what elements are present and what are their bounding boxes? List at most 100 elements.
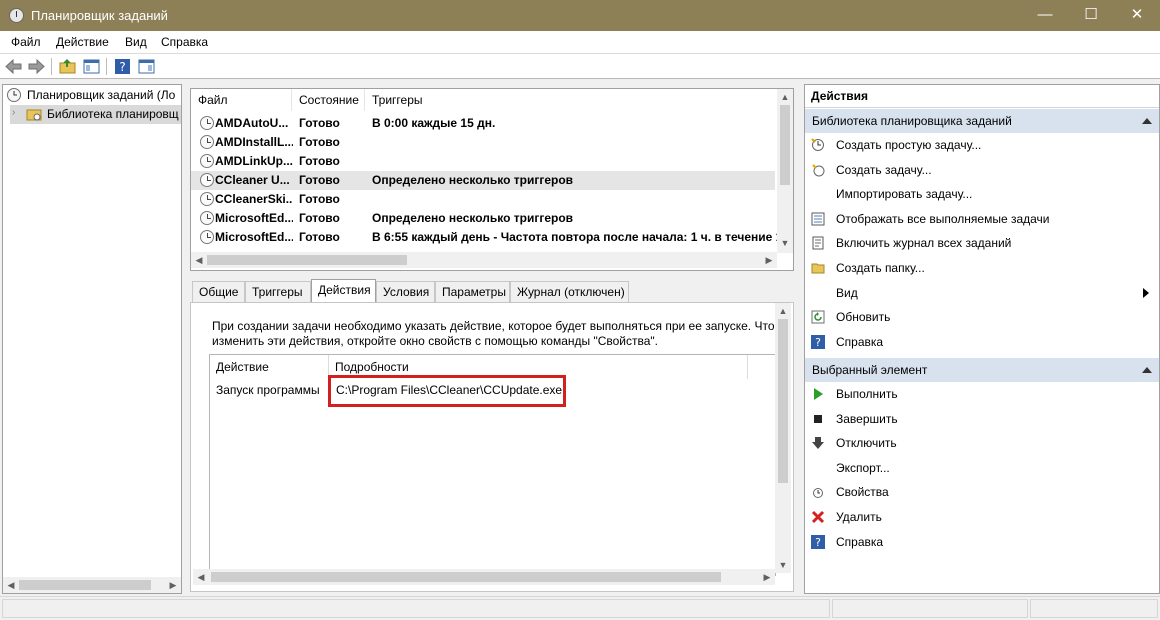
actions-pane-title: Действия: [805, 85, 1159, 108]
task-clock-icon: [200, 173, 214, 187]
scrollbar-thumb[interactable]: [780, 105, 790, 185]
action-item[interactable]: ? Справка: [805, 330, 1159, 354]
action-item[interactable]: Свойства: [805, 480, 1159, 504]
actions-description-line-1: При создании задачи необходимо указать д…: [212, 319, 775, 333]
end-icon: [814, 414, 822, 423]
action-item-label: Создать задачу...: [836, 162, 932, 177]
maximize-button[interactable]: ☐: [1068, 0, 1114, 31]
close-button[interactable]: ✕: [1114, 0, 1160, 31]
action-item[interactable]: Удалить: [805, 505, 1159, 529]
actions-grid-row-action[interactable]: Запуск программы: [216, 383, 320, 397]
column-header-triggers[interactable]: Триггеры: [365, 89, 775, 111]
tree-item-library[interactable]: › Библиотека планировщ: [10, 105, 181, 124]
tab-actions[interactable]: Действия: [311, 279, 376, 304]
menu-help[interactable]: Справка: [161, 35, 208, 49]
action-item[interactable]: Импортировать задачу...: [805, 182, 1159, 206]
task-row[interactable]: AMDInstallL... Готово: [191, 133, 775, 152]
task-cell-trigger: В 6:55 каждый день - Частота повтора пос…: [372, 230, 777, 244]
up-folder-icon[interactable]: [58, 57, 77, 76]
scroll-up-arrow-icon[interactable]: ▲: [777, 89, 793, 105]
action-item[interactable]: Экспорт...: [805, 456, 1159, 480]
action-item[interactable]: Создать задачу...: [805, 158, 1159, 182]
task-cell-name: MicrosoftEd...: [215, 230, 293, 244]
folder-clock-icon: [26, 109, 42, 121]
tab-settings[interactable]: Параметры: [435, 281, 510, 303]
task-scheduler-app-icon: [9, 8, 24, 23]
action-item[interactable]: Включить журнал всех заданий: [805, 231, 1159, 255]
tab-general[interactable]: Общие: [192, 281, 245, 303]
scroll-left-arrow-icon[interactable]: ◀: [3, 577, 19, 593]
scroll-left-arrow-icon[interactable]: ◀: [191, 252, 207, 268]
column-header-file[interactable]: Файл: [191, 89, 292, 111]
section-selected-item[interactable]: Выбранный элемент: [805, 358, 1159, 382]
status-segment: [832, 599, 1028, 618]
task-row[interactable]: AMDAutoU... Готово В 0:00 каждые 15 дн.: [191, 114, 775, 133]
scroll-right-arrow-icon[interactable]: ▶: [761, 252, 777, 268]
tree-root-task-scheduler[interactable]: Планировщик заданий (Ло: [27, 88, 175, 102]
task-cell-state: Готово: [299, 192, 340, 206]
menu-bar: Файл Действие Вид Справка: [0, 31, 1160, 53]
actions-panel-horizontal-scrollbar[interactable]: ◀ ▶: [193, 569, 775, 585]
scroll-up-arrow-icon[interactable]: ▲: [775, 303, 791, 319]
tree-horizontal-scrollbar[interactable]: ◀ ▶: [3, 577, 181, 593]
scrollbar-thumb[interactable]: [778, 319, 788, 483]
scrollbar-thumb[interactable]: [207, 255, 407, 265]
show-hide-action-pane-icon[interactable]: [137, 57, 156, 76]
action-item[interactable]: Отображать все выполняемые задачи: [805, 207, 1159, 231]
scroll-down-arrow-icon[interactable]: ▼: [775, 557, 791, 573]
task-cell-state: Готово: [299, 173, 340, 187]
action-item[interactable]: ? Справка: [805, 530, 1159, 554]
tab-history[interactable]: Журнал (отключен): [510, 281, 629, 303]
menu-action[interactable]: Действие: [56, 35, 109, 49]
console-tree-pane: Планировщик заданий (Ло › Библиотека пла…: [2, 84, 182, 594]
tab-conditions[interactable]: Условия: [376, 281, 435, 303]
task-list-horizontal-scrollbar[interactable]: ◀ ▶: [191, 252, 777, 268]
action-item-label: Импортировать задачу...: [836, 187, 973, 202]
task-row[interactable]: AMDLinkUp... Готово: [191, 152, 775, 171]
scroll-down-arrow-icon[interactable]: ▼: [777, 235, 793, 251]
action-item[interactable]: Обновить: [805, 305, 1159, 329]
menu-view[interactable]: Вид: [125, 35, 147, 49]
tab-triggers[interactable]: Триггеры: [245, 281, 311, 303]
menu-file[interactable]: Файл: [11, 35, 41, 49]
forward-arrow-icon[interactable]: [27, 57, 46, 76]
section-task-scheduler-library[interactable]: Библиотека планировщика заданий: [805, 109, 1159, 133]
action-item-label: Справка: [836, 334, 884, 349]
actions-grid-header-action[interactable]: Действие: [210, 355, 329, 379]
scrollbar-thumb[interactable]: [19, 580, 151, 590]
action-item[interactable]: Создать простую задачу...: [805, 133, 1159, 157]
status-segment: [1030, 599, 1158, 618]
back-arrow-icon[interactable]: [4, 57, 23, 76]
clock-icon: [7, 88, 21, 102]
actions-panel-vertical-scrollbar[interactable]: ▲ ▼: [775, 303, 791, 573]
scroll-right-arrow-icon[interactable]: ▶: [165, 577, 181, 593]
task-cell-trigger: Определено несколько триггеров: [372, 211, 574, 225]
help-icon[interactable]: ?: [113, 57, 132, 76]
task-row[interactable]: MicrosoftEd... Готово Определено несколько…: [191, 209, 775, 228]
section-task-scheduler-library-label: Библиотека планировщика заданий: [812, 114, 1012, 128]
task-row[interactable]: CCleaner U... Готово Определено несколько …: [191, 171, 775, 190]
refresh-icon: [811, 310, 825, 324]
show-hide-console-tree-icon[interactable]: [82, 57, 101, 76]
create-basic-task-icon: [811, 138, 824, 151]
chevron-right-icon[interactable]: ›: [12, 107, 15, 118]
column-header-state[interactable]: Состояние: [292, 89, 365, 111]
task-row[interactable]: MicrosoftEd... Готово В 6:55 каждый день -…: [191, 228, 777, 247]
task-row[interactable]: CCleanerSki... Готово: [191, 190, 775, 209]
action-item[interactable]: Отключить: [805, 431, 1159, 455]
action-item[interactable]: Завершить: [805, 407, 1159, 431]
minimize-button[interactable]: —: [1022, 0, 1068, 31]
scroll-left-arrow-icon[interactable]: ◀: [193, 569, 209, 585]
task-list-vertical-scrollbar[interactable]: ▲ ▼: [777, 89, 793, 253]
tree-item-library-label: Библиотека планировщ: [47, 107, 179, 121]
scroll-right-arrow-icon[interactable]: ▶: [759, 569, 775, 585]
task-clock-icon: [200, 154, 214, 168]
collapse-up-icon[interactable]: [1142, 367, 1152, 373]
help-icon: ?: [811, 334, 825, 349]
action-item[interactable]: Выполнить: [805, 382, 1159, 406]
action-item[interactable]: Вид: [805, 281, 1159, 305]
scrollbar-thumb[interactable]: [211, 572, 721, 582]
action-item[interactable]: Создать папку...: [805, 256, 1159, 280]
collapse-up-icon[interactable]: [1142, 118, 1152, 124]
properties-icon: [813, 488, 823, 499]
